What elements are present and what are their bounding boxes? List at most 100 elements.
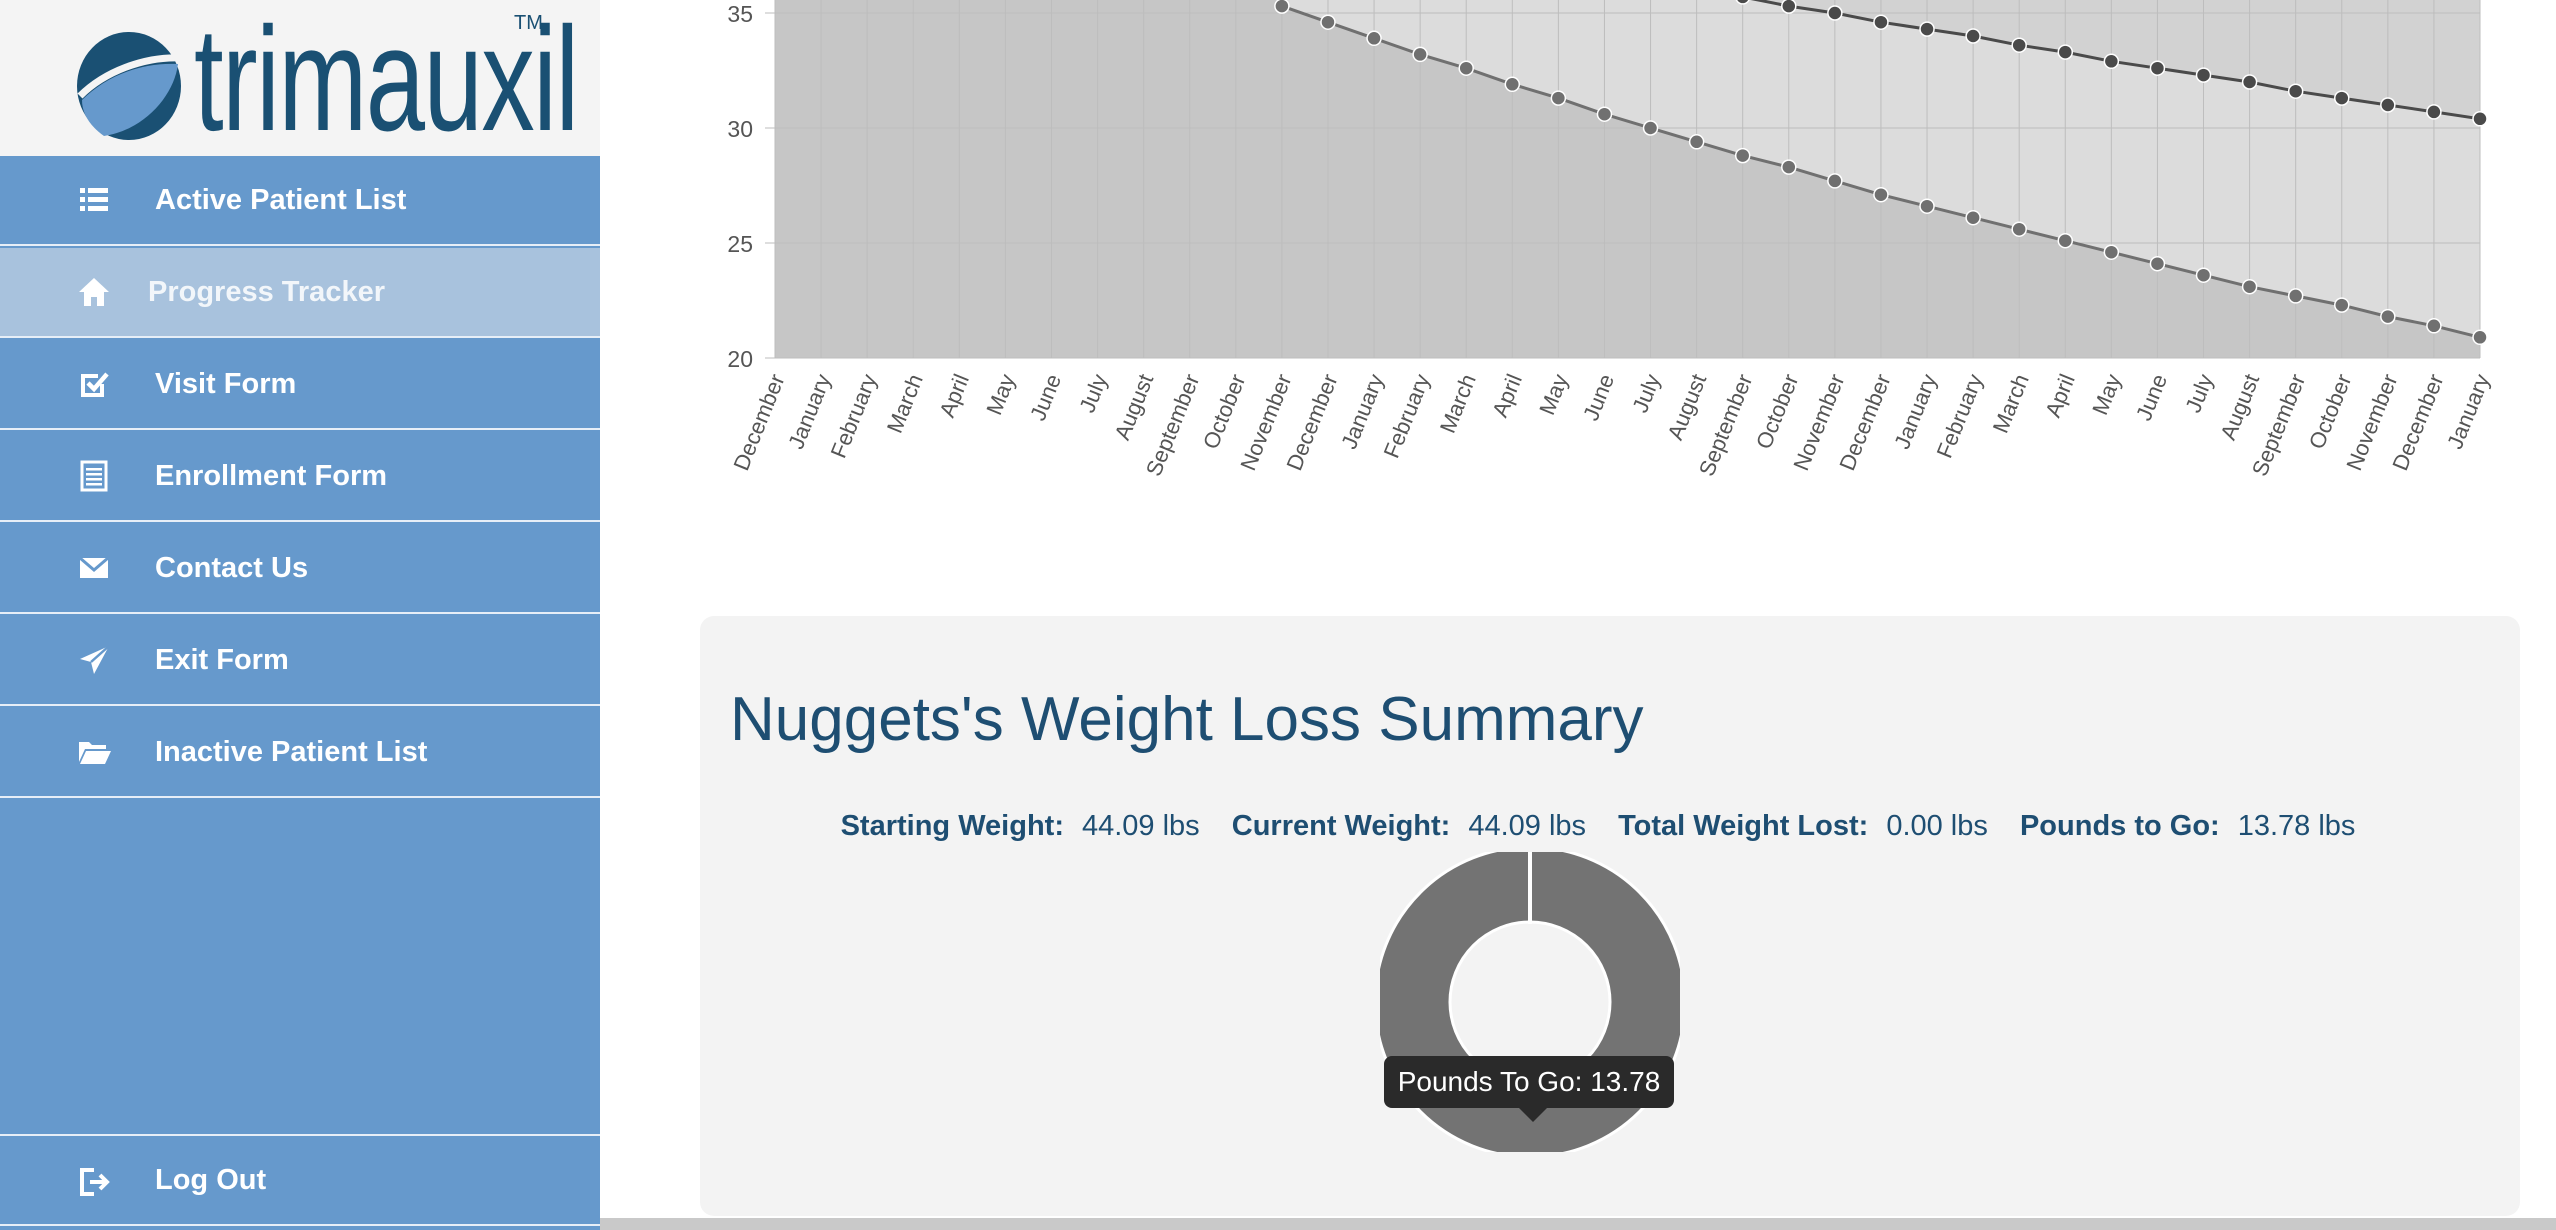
series-point-0 (2057, 44, 2074, 60)
sidebar: trimauxil TM Active Patient List Progres… (0, 0, 600, 1230)
logout-label: Log Out (155, 1164, 267, 1196)
x-tick-label: August (1662, 371, 1711, 444)
sidebar-item-label: Enrollment Form (155, 460, 388, 492)
series-point-1 (2380, 308, 2396, 325)
series-point-0 (2426, 104, 2442, 120)
x-tick-label: March (1988, 371, 2034, 437)
x-tick-label: October (1198, 371, 1250, 453)
x-tick-label: June (2131, 371, 2172, 425)
summary-title: Nuggets's Weight Loss Summary (730, 685, 1644, 754)
series-point-0 (1827, 5, 1843, 21)
series-point-0 (1965, 28, 1981, 44)
logout-button[interactable]: Log Out (0, 1134, 600, 1226)
y-tick-label: 30 (727, 116, 753, 142)
series-point-1 (1458, 60, 1474, 76)
donut-tooltip: Pounds To Go: 13.78 (1384, 1056, 1674, 1108)
sign-out-icon (80, 1168, 110, 1196)
send-icon (80, 645, 110, 674)
list-icon (80, 188, 108, 211)
summary-stats: Starting Weight: 44.09 lbs Current Weight… (700, 810, 2520, 843)
pounds-to-go-value: 13.78 lbs (2237, 810, 2356, 842)
sidebar-item-progress-tracker[interactable]: Progress Tracker (0, 248, 600, 338)
series-point-1 (2241, 278, 2258, 295)
x-tick-label: June (1025, 371, 1066, 425)
starting-weight-label: Starting Weight: (840, 810, 1064, 842)
series-point-1 (1965, 209, 1981, 226)
series-point-1 (1827, 173, 1843, 189)
series-point-1 (1366, 30, 1382, 47)
series-point-0 (2472, 111, 2488, 127)
series-point-1 (2149, 255, 2166, 272)
total-weight-lost-label: Total Weight Lost: (1618, 810, 1869, 842)
series-point-1 (1873, 186, 1889, 203)
series-point-1 (2334, 297, 2350, 313)
sidebar-item-enrollment-form[interactable]: Enrollment Form (0, 432, 600, 522)
series-point-0 (1873, 14, 1889, 30)
series-point-0 (1781, 0, 1797, 14)
x-tick-label: April (2040, 371, 2080, 421)
x-tick-label: May (2087, 371, 2126, 419)
series-point-1 (2287, 288, 2304, 304)
x-tick-label: April (934, 371, 974, 421)
x-tick-label: July (2180, 371, 2218, 417)
pounds-to-go-label: Pounds to Go: (2019, 810, 2220, 842)
series-point-1 (1412, 46, 1428, 63)
home-icon (79, 278, 109, 306)
series-point-1 (2011, 221, 2027, 237)
tooltip-arrow (1519, 1108, 1547, 1122)
sidebar-item-label: Exit Form (155, 644, 289, 676)
series-point-1 (1504, 76, 1521, 93)
sidebar-item-active-patient-list[interactable]: Active Patient List (0, 156, 600, 246)
progress-chart: 35302520DecemberJanuaryFebruary March Apri… (727, 0, 2495, 480)
logo[interactable]: trimauxil TM (0, 0, 600, 156)
total-weight-lost-value: 0.00 lbs (1886, 810, 1988, 842)
sidebar-item-inactive-patient-list[interactable]: Inactive Patient List (0, 708, 600, 798)
series-point-0 (2103, 53, 2120, 70)
series-point-1 (2426, 318, 2442, 334)
series-point-1 (1596, 106, 1613, 122)
sidebar-item-label: Progress Tracker (148, 276, 385, 308)
sidebar-item-contact-us[interactable]: Contact Us (0, 524, 600, 614)
series-point-0 (2149, 60, 2166, 76)
x-tick-label: March (882, 371, 928, 437)
check-square-icon (81, 372, 109, 397)
y-tick-label: 35 (727, 1, 753, 27)
series-point-1 (1919, 198, 1935, 214)
x-tick-label: January (2442, 371, 2495, 453)
sidebar-item-visit-form[interactable]: Visit Form (0, 340, 600, 430)
series-point-1 (2057, 232, 2074, 249)
x-tick-label: February (826, 371, 882, 462)
series-point-0 (2241, 74, 2258, 90)
series-point-0 (1919, 21, 1935, 37)
series-point-1 (2195, 267, 2212, 283)
series-point-1 (1320, 14, 1336, 30)
window-bottom-edge (600, 1218, 2556, 1230)
sidebar-item-label: Inactive Patient List (155, 736, 428, 768)
x-tick-label: June (1578, 371, 1619, 425)
x-tick-label: January (1889, 371, 1942, 453)
form-icon (80, 460, 108, 492)
series-point-1 (1274, 0, 1290, 14)
x-tick-label: July (1627, 371, 1665, 417)
weight-loss-summary-card: Nuggets's Weight Loss Summary Starting W… (700, 616, 2520, 1216)
series-point-0 (2195, 67, 2212, 83)
x-tick-label: July (1074, 371, 1112, 417)
x-tick-label: December (728, 371, 789, 474)
series-point-1 (1550, 90, 1567, 106)
trademark-mark: TM (514, 12, 543, 34)
current-weight-value: 44.09 lbs (1468, 810, 1587, 842)
folder-open-icon (79, 742, 111, 764)
sidebar-item-exit-form[interactable]: Exit Form (0, 616, 600, 706)
envelope-icon (79, 556, 109, 578)
series-point-0 (2380, 97, 2396, 113)
series-point-1 (1642, 120, 1659, 136)
x-tick-label: January (783, 371, 836, 453)
series-point-1 (1781, 159, 1797, 175)
x-tick-label: January (1336, 371, 1389, 453)
series-point-0 (2334, 90, 2350, 106)
series-point-1 (2103, 244, 2120, 260)
starting-weight-value: 44.09 lbs (1081, 810, 1200, 842)
x-tick-label: May (1534, 371, 1573, 419)
series-point-0 (2011, 37, 2027, 53)
x-tick-label: February (1379, 371, 1435, 462)
